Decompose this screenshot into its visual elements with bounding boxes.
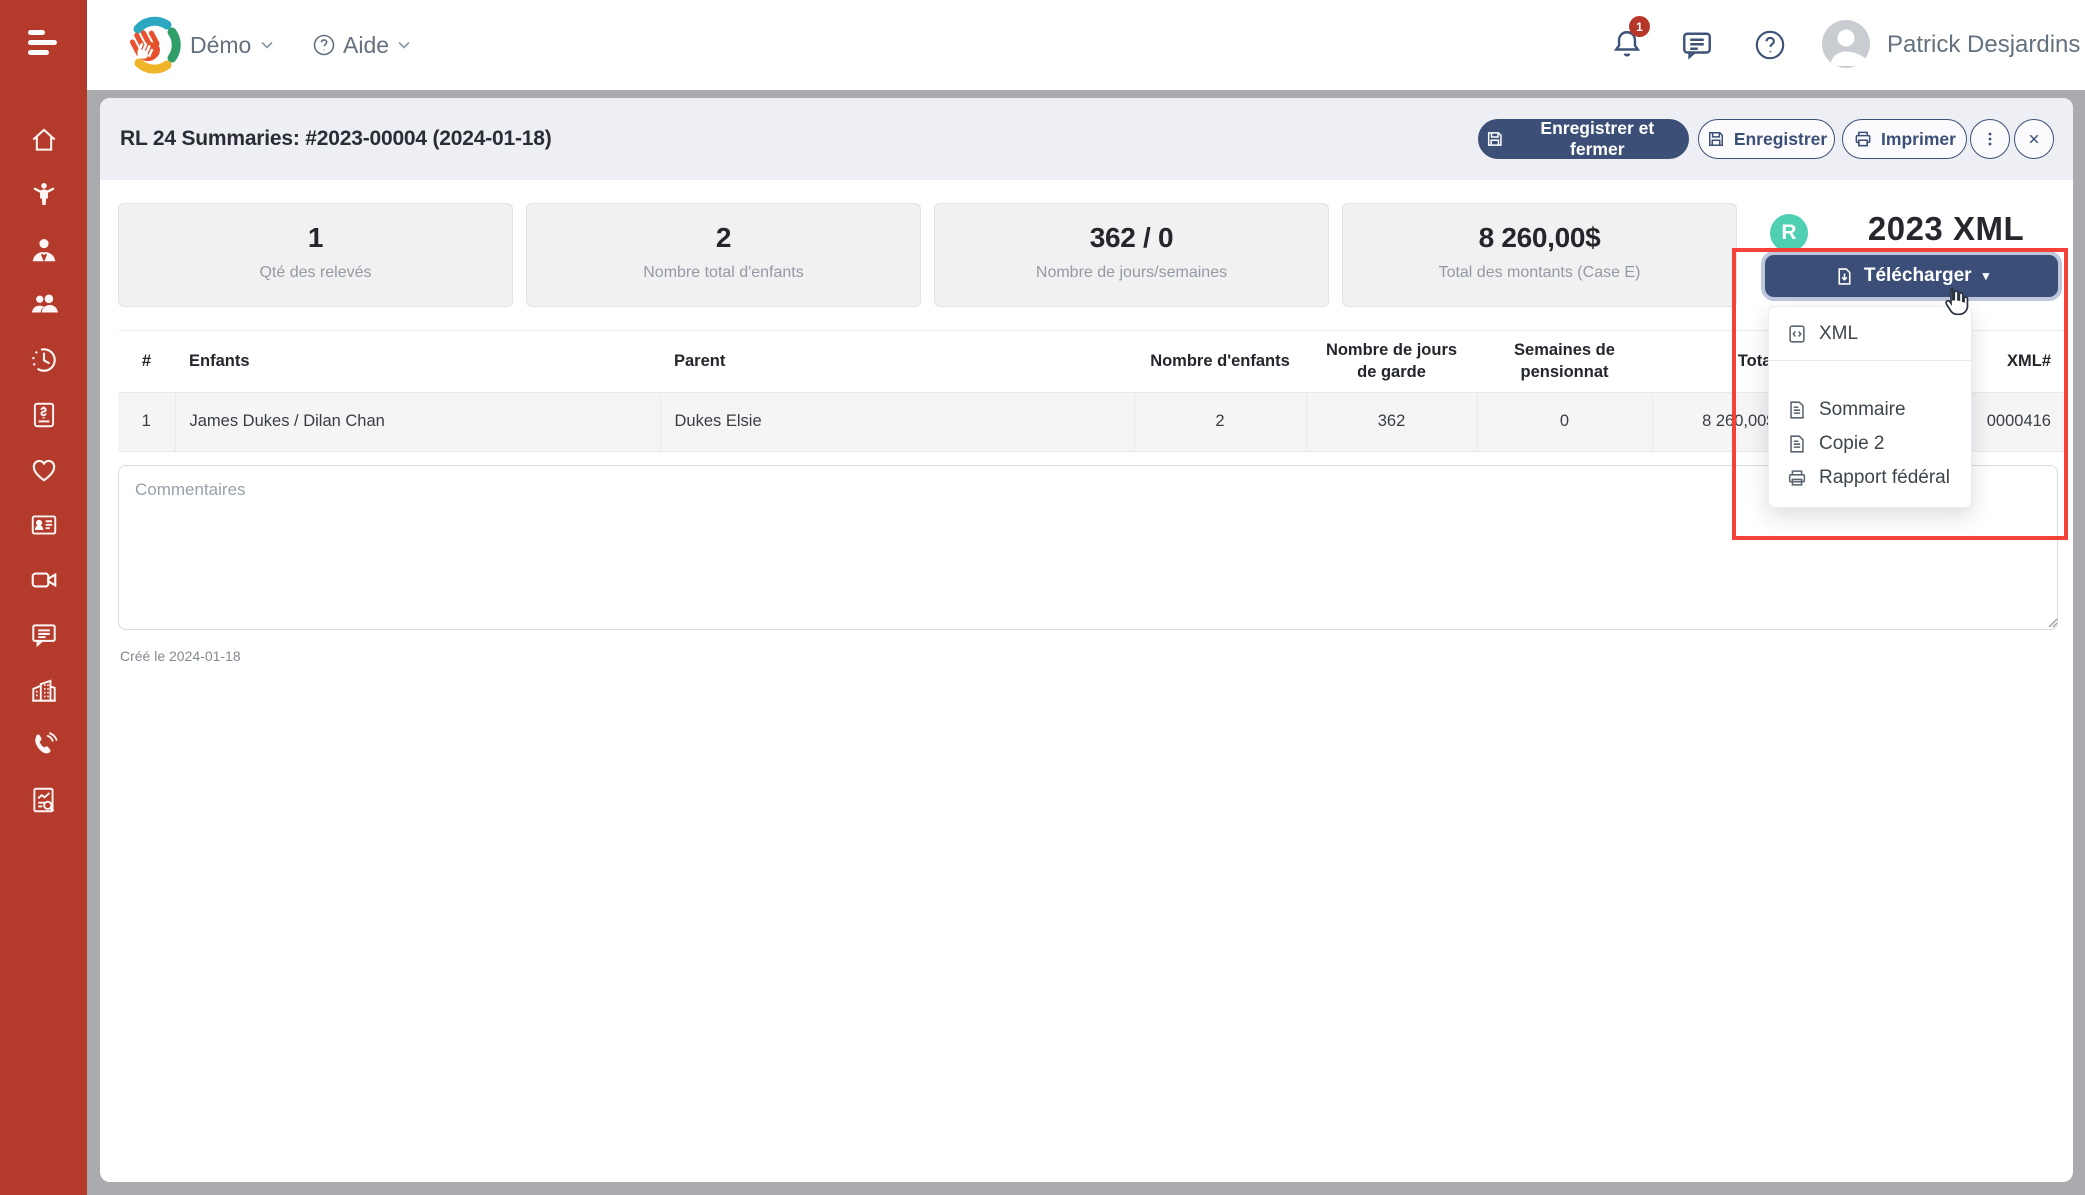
menu-divider [1769, 360, 1971, 361]
question-circle-icon [312, 33, 336, 57]
col-header-semaines: Semaines de pensionnat [1477, 331, 1652, 393]
menu-item-sommaire[interactable]: Sommaire [1769, 393, 1971, 427]
chevron-down-icon [259, 37, 275, 53]
person-icon [1822, 20, 1870, 68]
printer-icon [1786, 467, 1808, 489]
home-icon[interactable] [29, 125, 59, 155]
app-root: Démo Aide 1 [0, 0, 2085, 1195]
caret-down-icon: ▾ [1983, 268, 1990, 284]
people-icon[interactable] [29, 290, 59, 320]
close-button[interactable] [2014, 119, 2054, 159]
page-title: RL 24 Summaries: #2023-00004 (2024-01-18… [120, 98, 552, 180]
save-icon [1485, 129, 1505, 149]
stat-label: Total des montants (Case E) [1343, 264, 1736, 282]
report-search-icon[interactable] [29, 785, 59, 815]
notification-badge: 1 [1629, 16, 1650, 37]
save-button[interactable]: Enregistrer [1698, 119, 1835, 159]
col-header-parent: Parent [660, 331, 1134, 393]
title-bar: RL 24 Summaries: #2023-00004 (2024-01-18… [100, 98, 2073, 180]
save-and-close-button[interactable]: Enregistrer et fermer [1478, 119, 1689, 159]
avatar[interactable] [1822, 20, 1870, 68]
save-icon [1706, 129, 1726, 149]
org-dropdown[interactable]: Démo [190, 0, 275, 90]
menu-item-rapport-federal[interactable]: Rapport fédéral [1769, 461, 1971, 495]
chat-icon [1679, 27, 1715, 63]
col-header-enfants: Enfants [175, 331, 660, 393]
file-download-icon [1834, 266, 1855, 287]
menu-toggle-button[interactable] [28, 30, 58, 56]
menu-item-copie2[interactable]: Copie 2 [1769, 427, 1971, 461]
print-button[interactable]: Imprimer [1842, 119, 1967, 159]
cell-nb-enfants: 2 [1134, 392, 1306, 451]
child-icon[interactable] [29, 180, 59, 210]
comments-textarea[interactable] [118, 465, 2058, 630]
cell-jours-garde: 362 [1306, 392, 1477, 451]
educator-icon[interactable] [29, 235, 59, 265]
video-camera-icon[interactable] [29, 565, 59, 595]
download-button[interactable]: Télécharger ▾ [1765, 255, 2058, 297]
chat-bubble-icon[interactable] [29, 620, 59, 650]
billing-document-icon[interactable] [29, 400, 59, 430]
cell-semaines: 0 [1477, 392, 1652, 451]
cell-enfants: James Dukes / Dilan Chan [175, 392, 660, 451]
download-menu: XML Sommaire Copie 2 Rapport fédéral [1768, 306, 1972, 508]
org-label: Démo [190, 32, 251, 59]
user-name[interactable]: Patrick Desjardins [1887, 0, 2080, 90]
question-circle-icon [1753, 28, 1787, 62]
kebab-menu-icon [1980, 129, 2000, 149]
help-button[interactable] [1753, 0, 1787, 90]
more-options-button[interactable] [1970, 119, 2010, 159]
notifications-button[interactable]: 1 [1609, 0, 1645, 90]
top-header: Démo Aide 1 [87, 0, 2085, 90]
contact-card-icon[interactable] [29, 510, 59, 540]
help-label: Aide [343, 32, 389, 59]
stat-value: 2 [527, 222, 920, 254]
col-header-nb-enfants: Nombre d'enfants [1134, 331, 1306, 393]
file-text-icon [1786, 433, 1808, 455]
close-icon [2024, 129, 2044, 149]
stat-value: 1 [119, 222, 512, 254]
stat-card-montants: 8 260,00$ Total des montants (Case E) [1342, 203, 1737, 307]
stat-value: 362 / 0 [935, 222, 1328, 254]
col-header-jours-garde: Nombre de jours de garde [1306, 331, 1477, 393]
stat-value: 8 260,00$ [1343, 222, 1736, 254]
col-header-num: # [118, 331, 175, 393]
xml-section-title: 2023 XML [1826, 210, 2066, 248]
heart-icon[interactable] [29, 455, 59, 485]
phone-icon[interactable] [29, 730, 59, 760]
stat-label: Nombre de jours/semaines [935, 264, 1328, 282]
stat-card-enfants: 2 Nombre total d'enfants [526, 203, 921, 307]
app-logo-icon[interactable] [122, 14, 182, 76]
cell-parent: Dukes Elsie [660, 392, 1134, 451]
chevron-down-icon [396, 37, 412, 53]
xml-file-icon [1786, 323, 1808, 345]
created-date: Créé le 2024-01-18 [120, 648, 241, 664]
stat-card-releves: 1 Qté des relevés [118, 203, 513, 307]
sidebar [0, 0, 87, 1195]
menu-item-xml[interactable]: XML [1769, 317, 1971, 351]
messages-button[interactable] [1679, 0, 1715, 90]
clock-icon[interactable] [29, 345, 59, 375]
cell-num: 1 [118, 392, 175, 451]
stat-label: Nombre total d'enfants [527, 264, 920, 282]
sidebar-nav [0, 125, 87, 815]
help-dropdown[interactable]: Aide [312, 0, 412, 90]
building-icon[interactable] [29, 675, 59, 705]
stat-label: Qté des relevés [119, 264, 512, 282]
file-text-icon [1786, 399, 1808, 421]
main-panel: RL 24 Summaries: #2023-00004 (2024-01-18… [100, 98, 2073, 1182]
stat-card-jours: 362 / 0 Nombre de jours/semaines [934, 203, 1329, 307]
releve-badge: R [1770, 214, 1808, 252]
printer-icon [1853, 129, 1873, 149]
